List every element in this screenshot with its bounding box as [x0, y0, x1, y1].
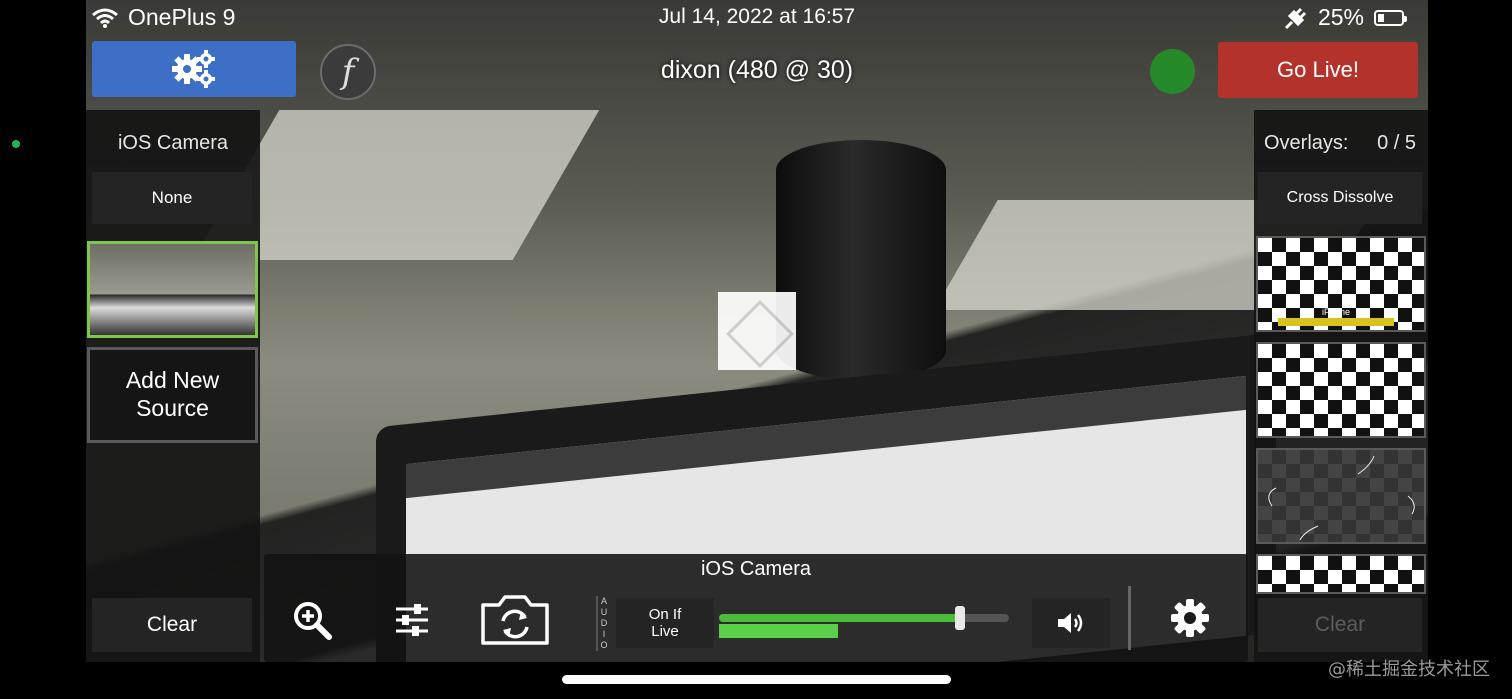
status-bar: OnePlus 9 Jul 14, 2022 at 16:57 25% [86, 0, 1428, 36]
volume-slider[interactable] [719, 606, 1009, 638]
audio-label-text: AUDIO [600, 596, 608, 650]
volume-slider-fill [719, 614, 960, 622]
add-new-source-button[interactable]: Add New Source [87, 347, 258, 443]
preview-cylinder [776, 140, 946, 380]
status-datetime: Jul 14, 2022 at 16:57 [658, 5, 856, 28]
overlay-thumbnail-instructions[interactable] [1256, 448, 1426, 544]
app-window: OnePlus 9 Jul 14, 2022 at 16:57 25% f di… [86, 0, 1428, 662]
sliders-icon[interactable] [390, 598, 434, 642]
sources-title: iOS Camera [117, 132, 229, 154]
status-right: 25% [1282, 4, 1407, 31]
stream-status-indicator [1150, 49, 1195, 94]
sources-panel: iOS Camera None Add New Source Clear [86, 110, 260, 662]
overlay-thumbnail[interactable] [1256, 342, 1426, 438]
recording-indicator-dot [12, 140, 20, 148]
sources-clear-button[interactable]: Clear [92, 598, 252, 652]
gesture-arrows-icon [1268, 455, 1415, 541]
overlay-lower-third: iPhone [1278, 308, 1394, 326]
audio-mode-label: On If Live [648, 606, 682, 640]
audio-label: AUDIO [596, 596, 610, 651]
gear-icon[interactable] [1168, 596, 1212, 640]
audio-mode-button[interactable]: On If Live [616, 598, 714, 648]
overlays-header: Overlays: 0 / 5 [1264, 132, 1416, 155]
camera-switch-icon[interactable] [478, 590, 552, 648]
overlays-label: Overlays: [1264, 132, 1349, 154]
volume-slider-thumb[interactable] [954, 606, 965, 630]
source-thumbnail-camera[interactable] [87, 241, 258, 338]
overlays-count: 0 / 5 [1377, 132, 1416, 154]
overlays-panel: Overlays: 0 / 5 Cross Dissolve iPhone Cl… [1254, 110, 1428, 662]
battery-icon [1374, 9, 1407, 26]
overlays-clear-button[interactable]: Clear [1258, 598, 1422, 652]
zoom-in-icon[interactable] [290, 598, 334, 642]
speaker-icon [1058, 613, 1083, 633]
transition-button[interactable]: Cross Dissolve [1258, 172, 1422, 224]
source-controls-bar: iOS Camera AUDIO On If Live [264, 554, 1248, 662]
home-indicator[interactable] [562, 675, 951, 684]
controls-divider [1128, 586, 1131, 650]
focus-icon[interactable] [718, 292, 796, 370]
source-none-button[interactable]: None [92, 172, 252, 224]
audio-level-meter [719, 624, 838, 638]
overlay-label-text: iPhone [1321, 307, 1351, 317]
source-controls-title: iOS Camera [700, 558, 812, 580]
battery-percent: 25% [1317, 4, 1364, 30]
go-live-button[interactable]: Go Live! [1218, 42, 1418, 98]
watermark-text: @稀土掘金技术社区 [1328, 659, 1490, 680]
charging-plug-icon [1284, 7, 1307, 29]
speaker-button[interactable] [1032, 598, 1110, 648]
overlay-thumbnail[interactable]: iPhone [1256, 236, 1426, 332]
preview-laptop-toolbar [406, 375, 1246, 499]
overlay-thumbnail[interactable] [1256, 554, 1426, 594]
